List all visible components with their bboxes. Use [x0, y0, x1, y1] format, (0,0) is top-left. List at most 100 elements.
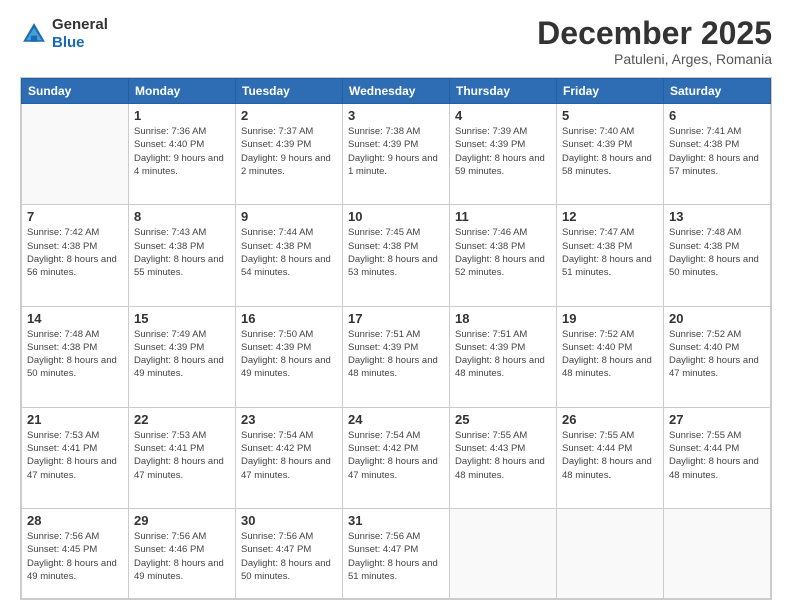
sunrise-text: Sunrise: 7:56 AM	[27, 531, 99, 542]
day-number: 29	[134, 513, 230, 528]
logo-blue: Blue	[52, 34, 85, 51]
day-cell: 20 Sunrise: 7:52 AM Sunset: 4:40 PM Dayl…	[664, 306, 771, 407]
daylight-text: Daylight: 9 hours and 2 minutes.	[241, 153, 331, 177]
sunset-text: Sunset: 4:39 PM	[348, 139, 418, 150]
day-cell: 15 Sunrise: 7:49 AM Sunset: 4:39 PM Dayl…	[129, 306, 236, 407]
daylight-text: Daylight: 8 hours and 54 minutes.	[241, 254, 331, 278]
sunset-text: Sunset: 4:40 PM	[562, 342, 632, 353]
day-cell: 24 Sunrise: 7:54 AM Sunset: 4:42 PM Dayl…	[343, 407, 450, 508]
daylight-text: Daylight: 8 hours and 48 minutes.	[669, 456, 759, 480]
sunrise-text: Sunrise: 7:37 AM	[241, 126, 313, 137]
day-info: Sunrise: 7:56 AM Sunset: 4:47 PM Dayligh…	[241, 530, 337, 583]
day-cell: 11 Sunrise: 7:46 AM Sunset: 4:38 PM Dayl…	[450, 205, 557, 306]
sunset-text: Sunset: 4:45 PM	[27, 544, 97, 555]
day-number: 12	[562, 209, 658, 224]
day-cell: 12 Sunrise: 7:47 AM Sunset: 4:38 PM Dayl…	[557, 205, 664, 306]
sunset-text: Sunset: 4:39 PM	[455, 342, 525, 353]
sunset-text: Sunset: 4:39 PM	[241, 342, 311, 353]
day-info: Sunrise: 7:51 AM Sunset: 4:39 PM Dayligh…	[455, 328, 551, 381]
weekday-monday: Monday	[129, 79, 236, 104]
day-info: Sunrise: 7:47 AM Sunset: 4:38 PM Dayligh…	[562, 226, 658, 279]
logo-text: General Blue	[52, 16, 108, 52]
day-cell: 10 Sunrise: 7:45 AM Sunset: 4:38 PM Dayl…	[343, 205, 450, 306]
sunset-text: Sunset: 4:42 PM	[348, 443, 418, 454]
weekday-friday: Friday	[557, 79, 664, 104]
sunrise-text: Sunrise: 7:53 AM	[134, 430, 206, 441]
day-info: Sunrise: 7:53 AM Sunset: 4:41 PM Dayligh…	[134, 429, 230, 482]
day-number: 5	[562, 108, 658, 123]
day-cell	[664, 509, 771, 599]
daylight-text: Daylight: 8 hours and 57 minutes.	[669, 153, 759, 177]
sunset-text: Sunset: 4:38 PM	[27, 342, 97, 353]
sunrise-text: Sunrise: 7:39 AM	[455, 126, 527, 137]
daylight-text: Daylight: 8 hours and 47 minutes.	[669, 355, 759, 379]
day-number: 10	[348, 209, 444, 224]
day-info: Sunrise: 7:54 AM Sunset: 4:42 PM Dayligh…	[348, 429, 444, 482]
sunset-text: Sunset: 4:46 PM	[134, 544, 204, 555]
day-cell: 30 Sunrise: 7:56 AM Sunset: 4:47 PM Dayl…	[236, 509, 343, 599]
day-info: Sunrise: 7:38 AM Sunset: 4:39 PM Dayligh…	[348, 125, 444, 178]
day-number: 23	[241, 412, 337, 427]
day-number: 22	[134, 412, 230, 427]
day-cell: 5 Sunrise: 7:40 AM Sunset: 4:39 PM Dayli…	[557, 104, 664, 205]
day-cell: 17 Sunrise: 7:51 AM Sunset: 4:39 PM Dayl…	[343, 306, 450, 407]
day-number: 1	[134, 108, 230, 123]
day-info: Sunrise: 7:49 AM Sunset: 4:39 PM Dayligh…	[134, 328, 230, 381]
day-cell: 8 Sunrise: 7:43 AM Sunset: 4:38 PM Dayli…	[129, 205, 236, 306]
day-number: 16	[241, 311, 337, 326]
daylight-text: Daylight: 8 hours and 48 minutes.	[562, 355, 652, 379]
day-number: 27	[669, 412, 765, 427]
day-info: Sunrise: 7:55 AM Sunset: 4:43 PM Dayligh…	[455, 429, 551, 482]
sunset-text: Sunset: 4:38 PM	[134, 241, 204, 252]
sunrise-text: Sunrise: 7:54 AM	[348, 430, 420, 441]
day-info: Sunrise: 7:41 AM Sunset: 4:38 PM Dayligh…	[669, 125, 765, 178]
week-row-0: 1 Sunrise: 7:36 AM Sunset: 4:40 PM Dayli…	[22, 104, 771, 205]
sunrise-text: Sunrise: 7:56 AM	[134, 531, 206, 542]
weekday-sunday: Sunday	[22, 79, 129, 104]
sunset-text: Sunset: 4:42 PM	[241, 443, 311, 454]
day-cell: 29 Sunrise: 7:56 AM Sunset: 4:46 PM Dayl…	[129, 509, 236, 599]
sunset-text: Sunset: 4:40 PM	[669, 342, 739, 353]
day-info: Sunrise: 7:36 AM Sunset: 4:40 PM Dayligh…	[134, 125, 230, 178]
daylight-text: Daylight: 8 hours and 49 minutes.	[134, 355, 224, 379]
day-info: Sunrise: 7:48 AM Sunset: 4:38 PM Dayligh…	[669, 226, 765, 279]
sunrise-text: Sunrise: 7:51 AM	[348, 329, 420, 340]
day-cell	[22, 104, 129, 205]
day-number: 30	[241, 513, 337, 528]
page: General Blue December 2025 Patuleni, Arg…	[0, 0, 792, 612]
daylight-text: Daylight: 8 hours and 58 minutes.	[562, 153, 652, 177]
weekday-thursday: Thursday	[450, 79, 557, 104]
day-cell: 31 Sunrise: 7:56 AM Sunset: 4:47 PM Dayl…	[343, 509, 450, 599]
day-info: Sunrise: 7:44 AM Sunset: 4:38 PM Dayligh…	[241, 226, 337, 279]
sunrise-text: Sunrise: 7:48 AM	[27, 329, 99, 340]
sunrise-text: Sunrise: 7:56 AM	[241, 531, 313, 542]
sunset-text: Sunset: 4:47 PM	[241, 544, 311, 555]
day-info: Sunrise: 7:54 AM Sunset: 4:42 PM Dayligh…	[241, 429, 337, 482]
sunrise-text: Sunrise: 7:40 AM	[562, 126, 634, 137]
day-cell: 19 Sunrise: 7:52 AM Sunset: 4:40 PM Dayl…	[557, 306, 664, 407]
daylight-text: Daylight: 8 hours and 53 minutes.	[348, 254, 438, 278]
sunset-text: Sunset: 4:39 PM	[455, 139, 525, 150]
daylight-text: Daylight: 8 hours and 48 minutes.	[348, 355, 438, 379]
weekday-saturday: Saturday	[664, 79, 771, 104]
day-cell: 28 Sunrise: 7:56 AM Sunset: 4:45 PM Dayl…	[22, 509, 129, 599]
daylight-text: Daylight: 8 hours and 59 minutes.	[455, 153, 545, 177]
day-cell: 21 Sunrise: 7:53 AM Sunset: 4:41 PM Dayl…	[22, 407, 129, 508]
day-number: 18	[455, 311, 551, 326]
day-cell: 23 Sunrise: 7:54 AM Sunset: 4:42 PM Dayl…	[236, 407, 343, 508]
daylight-text: Daylight: 9 hours and 4 minutes.	[134, 153, 224, 177]
day-info: Sunrise: 7:50 AM Sunset: 4:39 PM Dayligh…	[241, 328, 337, 381]
sunrise-text: Sunrise: 7:41 AM	[669, 126, 741, 137]
sunrise-text: Sunrise: 7:48 AM	[669, 227, 741, 238]
day-info: Sunrise: 7:56 AM Sunset: 4:47 PM Dayligh…	[348, 530, 444, 583]
daylight-text: Daylight: 8 hours and 48 minutes.	[455, 456, 545, 480]
daylight-text: Daylight: 8 hours and 50 minutes.	[669, 254, 759, 278]
daylight-text: Daylight: 8 hours and 48 minutes.	[562, 456, 652, 480]
day-info: Sunrise: 7:56 AM Sunset: 4:46 PM Dayligh…	[134, 530, 230, 583]
sunrise-text: Sunrise: 7:52 AM	[562, 329, 634, 340]
sunset-text: Sunset: 4:41 PM	[27, 443, 97, 454]
sunset-text: Sunset: 4:38 PM	[562, 241, 632, 252]
daylight-text: Daylight: 8 hours and 50 minutes.	[27, 355, 117, 379]
sunrise-text: Sunrise: 7:42 AM	[27, 227, 99, 238]
sunrise-text: Sunrise: 7:52 AM	[669, 329, 741, 340]
